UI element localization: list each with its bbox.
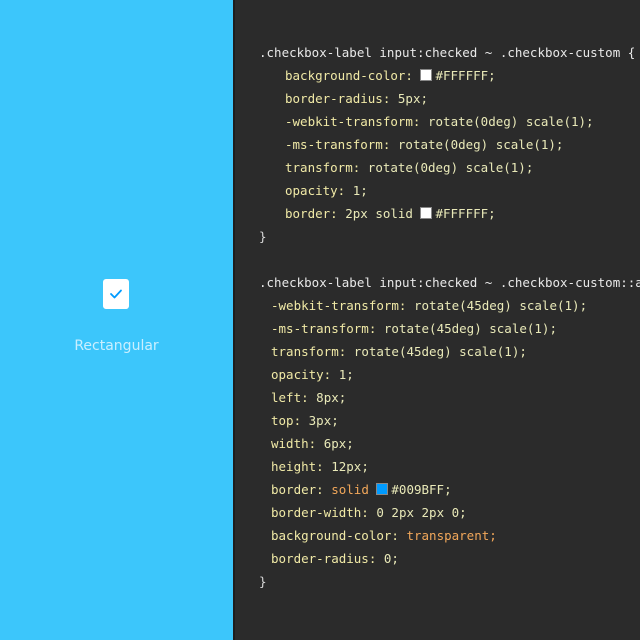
css-value: rotate(45deg) scale(1);: [414, 298, 588, 313]
css-rule: .checkbox-label input:checked ~ .checkbo…: [235, 271, 640, 593]
css-property: background-color:: [271, 528, 399, 543]
css-value: transparent;: [406, 528, 497, 543]
css-property: opacity:: [271, 367, 332, 382]
css-color-value: #FFFFFF;: [435, 206, 496, 221]
css-declaration: opacity: 1;: [235, 363, 640, 386]
css-declaration: border-radius: 0;: [235, 547, 640, 570]
css-value: rotate(0deg) scale(1);: [428, 114, 594, 129]
css-value: rotate(0deg) scale(1);: [397, 137, 564, 152]
css-property: transform:: [271, 344, 347, 359]
css-declaration: background-color: #FFFFFF;: [235, 64, 640, 87]
css-declaration: height: 12px;: [235, 455, 640, 478]
css-rule: .checkbox-label input:checked ~ .checkbo…: [235, 41, 640, 248]
css-declaration: transform: rotate(45deg) scale(1);: [235, 340, 640, 363]
color-swatch[interactable]: [376, 483, 389, 495]
css-declaration: -webkit-transform: rotate(0deg) scale(1)…: [235, 110, 640, 133]
css-value: #FFFFFF;: [435, 68, 496, 83]
css-value: 5px;: [397, 91, 428, 106]
code-editor[interactable]: .checkbox-label input:checked ~ .checkbo…: [233, 0, 640, 640]
css-property: transform:: [285, 160, 361, 175]
preview-pane: Rectangular: [0, 0, 233, 640]
css-property: left:: [271, 390, 309, 405]
css-property: border-width:: [271, 505, 369, 520]
css-property: -webkit-transform:: [285, 114, 421, 129]
css-declaration: transform: rotate(0deg) scale(1);: [235, 156, 640, 179]
css-declaration: border: solid #009BFF;: [235, 478, 640, 501]
css-declaration: background-color: transparent;: [235, 524, 640, 547]
color-swatch[interactable]: [420, 207, 433, 219]
css-declaration: border: 2px solid #FFFFFF;: [235, 202, 640, 225]
css-value: 12px;: [331, 459, 369, 474]
css-property: -webkit-transform:: [271, 298, 407, 313]
checkbox[interactable]: [103, 279, 129, 309]
css-value: 8px;: [316, 390, 347, 405]
css-value: rotate(0deg) scale(1);: [367, 160, 534, 175]
rule-selector: .checkbox-label input:checked ~ .checkbo…: [259, 45, 636, 60]
css-declaration: -ms-transform: rotate(45deg) scale(1);: [235, 317, 640, 340]
css-declaration: border-width: 0 2px 2px 0;: [235, 501, 640, 524]
rule-selector: .checkbox-label input:checked ~ .checkbo…: [259, 275, 640, 290]
css-value: 3px;: [308, 413, 339, 428]
declaration-block: -webkit-transform: rotate(45deg) scale(1…: [235, 294, 640, 570]
css-value: 0;: [383, 551, 399, 566]
css-declaration: -ms-transform: rotate(0deg) scale(1);: [235, 133, 640, 156]
css-property: border:: [285, 206, 338, 221]
css-value: 1;: [352, 183, 368, 198]
css-declaration: left: 8px;: [235, 386, 640, 409]
css-property: -ms-transform:: [285, 137, 391, 152]
css-value: rotate(45deg) scale(1);: [383, 321, 557, 336]
css-value: 1;: [338, 367, 354, 382]
css-value: 6px;: [323, 436, 354, 451]
css-property: background-color:: [285, 68, 413, 83]
css-property: border-radius:: [271, 551, 377, 566]
css-value: rotate(45deg) scale(1);: [353, 344, 527, 359]
css-value: solid: [331, 482, 369, 497]
css-property: opacity:: [285, 183, 346, 198]
checkbox-label: Rectangular: [74, 338, 159, 354]
css-property: height:: [271, 459, 324, 474]
css-declaration: opacity: 1;: [235, 179, 640, 202]
css-property: top:: [271, 413, 302, 428]
declaration-block: background-color: #FFFFFF; border-radius:…: [235, 64, 640, 225]
css-property: border:: [271, 482, 324, 497]
css-value: 2px solid: [345, 206, 413, 221]
css-value: 0 2px 2px 0;: [376, 505, 467, 520]
css-declaration: width: 6px;: [235, 432, 640, 455]
css-property: border-radius:: [285, 91, 391, 106]
checkmark-icon: [110, 289, 122, 299]
css-property: width:: [271, 436, 317, 451]
color-swatch[interactable]: [420, 69, 433, 81]
css-declaration: border-radius: 5px;: [235, 87, 640, 110]
css-declaration: top: 3px;: [235, 409, 640, 432]
css-property: -ms-transform:: [271, 321, 377, 336]
css-color-value: #009BFF;: [391, 482, 452, 497]
rule-close-brace: }: [259, 229, 267, 244]
css-declaration: -webkit-transform: rotate(45deg) scale(1…: [235, 294, 640, 317]
rule-close-brace: }: [259, 574, 267, 589]
